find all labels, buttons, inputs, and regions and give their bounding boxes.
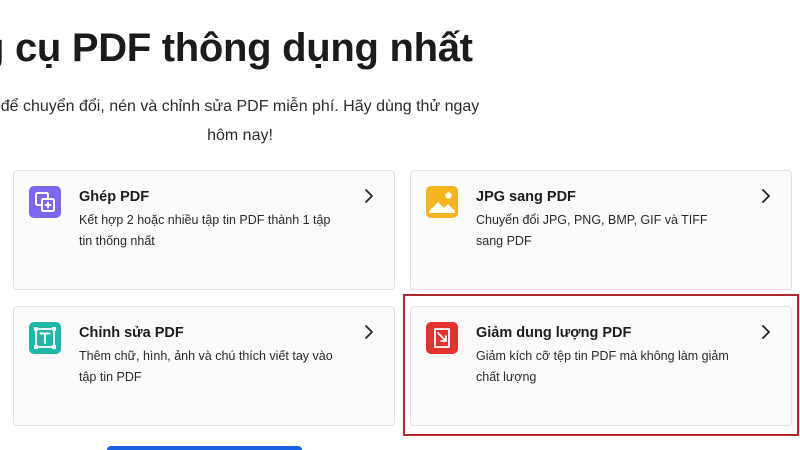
tool-card-description: Kết hợp 2 hoặc nhiều tập tin PDF thành 1… <box>79 213 331 248</box>
tool-card-title: Giảm dung lượng PDF <box>476 325 632 341</box>
tool-card-description: Thêm chữ, hình, ảnh và chú thích viết ta… <box>79 349 333 384</box>
subtitle-line-1: để chuyển đổi, nén và chỉnh sửa PDF miễn… <box>0 98 480 115</box>
tool-card-description: Chuyển đổi JPG, PNG, BMP, GIF và TIFF sa… <box>476 213 708 248</box>
tool-card-description: Giảm kích cỡ tệp tin PDF mà không làm gi… <box>476 349 729 384</box>
chevron-right-icon <box>759 187 773 205</box>
tool-card-title: Chỉnh sửa PDF <box>79 325 184 341</box>
compress-icon <box>426 322 458 354</box>
page-title: g cụ PDF thông dụng nhất <box>0 26 473 70</box>
page-subtitle: để chuyển đổi, nén và chỉnh sửa PDF miễn… <box>0 92 500 150</box>
image-icon <box>426 186 458 218</box>
edit-text-icon <box>29 322 61 354</box>
tool-card-compress-pdf[interactable]: Giảm dung lượng PDF Giảm kích cỡ tệp tin… <box>410 306 792 426</box>
merge-pdf-icon <box>29 186 61 218</box>
chevron-right-icon <box>362 323 376 341</box>
tool-card-title: Ghép PDF <box>79 189 150 205</box>
chevron-right-icon <box>759 323 773 341</box>
tool-card-jpg-to-pdf[interactable]: JPG sang PDF Chuyển đổi JPG, PNG, BMP, G… <box>410 170 792 290</box>
primary-action-button[interactable] <box>107 446 302 450</box>
tool-card-title: JPG sang PDF <box>476 189 576 205</box>
subtitle-line-2: hôm nay! <box>207 127 273 144</box>
tool-card-edit-pdf[interactable]: Chỉnh sửa PDF Thêm chữ, hình, ảnh và chú… <box>13 306 395 426</box>
chevron-right-icon <box>362 187 376 205</box>
tool-card-merge-pdf[interactable]: Ghép PDF Kết hợp 2 hoặc nhiều tập tin PD… <box>13 170 395 290</box>
